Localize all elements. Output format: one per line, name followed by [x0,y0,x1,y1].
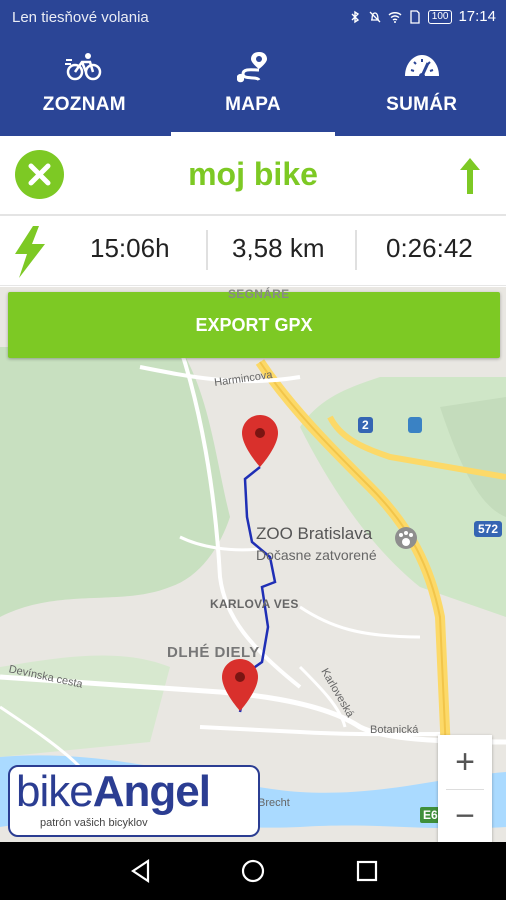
zoom-controls: + − [438,735,492,842]
map-label: ZOO Bratislava [256,524,373,543]
map-label: Dočasne zatvorené [256,547,377,563]
zoom-out-button[interactable]: − [438,789,492,842]
map-label: KARLOVA VES [210,597,299,611]
home-icon[interactable] [240,858,266,884]
sim-icon [410,9,420,24]
divider [355,230,357,270]
bike-icon [65,53,102,81]
tab-bar: ZOZNAM MAPA SUMÁR [0,44,506,136]
bluetooth-icon [351,10,359,23]
map-label: SEGNÁRE [228,287,290,301]
wifi-icon [388,11,402,23]
stat-duration: 0:26:42 [386,233,473,263]
divider [206,230,208,270]
road-shield: 572 [474,521,503,537]
back-icon[interactable] [128,858,154,884]
map-label: Botanická [370,724,419,736]
map-background [0,346,506,842]
tab-label: MAPA [225,94,281,115]
bikeangel-logo: bikeAngel patrón vašich bicyklov [8,765,260,837]
system-nav-bar [0,842,506,900]
tab-label: SUMÁR [386,94,458,115]
logo-brand: bikeAngel [16,767,211,816]
app-top-bar: Len tiesňové volania 100 17:14 ZOZNAM MA… [0,0,506,136]
stat-distance: 3,58 km [232,233,325,263]
stat-time: 15:06h [90,233,170,263]
tab-mapa[interactable]: MAPA [169,44,338,136]
export-gpx-button[interactable]: EXPORT GPX [8,292,500,358]
road-shield: 2 [358,417,373,433]
lightning-icon [15,226,45,278]
clock-time: 17:14 [458,8,496,25]
tab-label: ZOZNAM [42,94,126,115]
route-header: moj bike [0,136,506,216]
speedometer-icon [404,55,439,79]
carrier-text: Len tiesňové volania [12,9,149,26]
status-icons: 100 17:14 [348,8,496,25]
route-title: moj bike [188,156,318,192]
route-map[interactable]: EXPORT GPX SEGNÁRE Harmincova 2 572 ZOO … [0,287,506,842]
map-pin-icon [237,52,267,83]
tab-zoznam[interactable]: ZOZNAM [0,44,169,136]
zoom-in-button[interactable]: + [438,735,492,789]
status-bar: Len tiesňové volania 100 17:14 [0,0,506,36]
arrow-up-icon[interactable] [456,156,484,196]
logo-tagline: patrón vašich bicyklov [40,817,148,829]
mute-icon [369,11,381,22]
recents-icon[interactable] [354,858,380,884]
map-label: Brecht [258,797,290,809]
map-label: DLHÉ DIELY [167,644,260,661]
tab-sumar[interactable]: SUMÁR [337,44,506,136]
route-stats: 15:06h 3,58 km 0:26:42 [0,216,506,286]
divider [446,789,484,790]
battery-icon: 100 [427,9,453,24]
